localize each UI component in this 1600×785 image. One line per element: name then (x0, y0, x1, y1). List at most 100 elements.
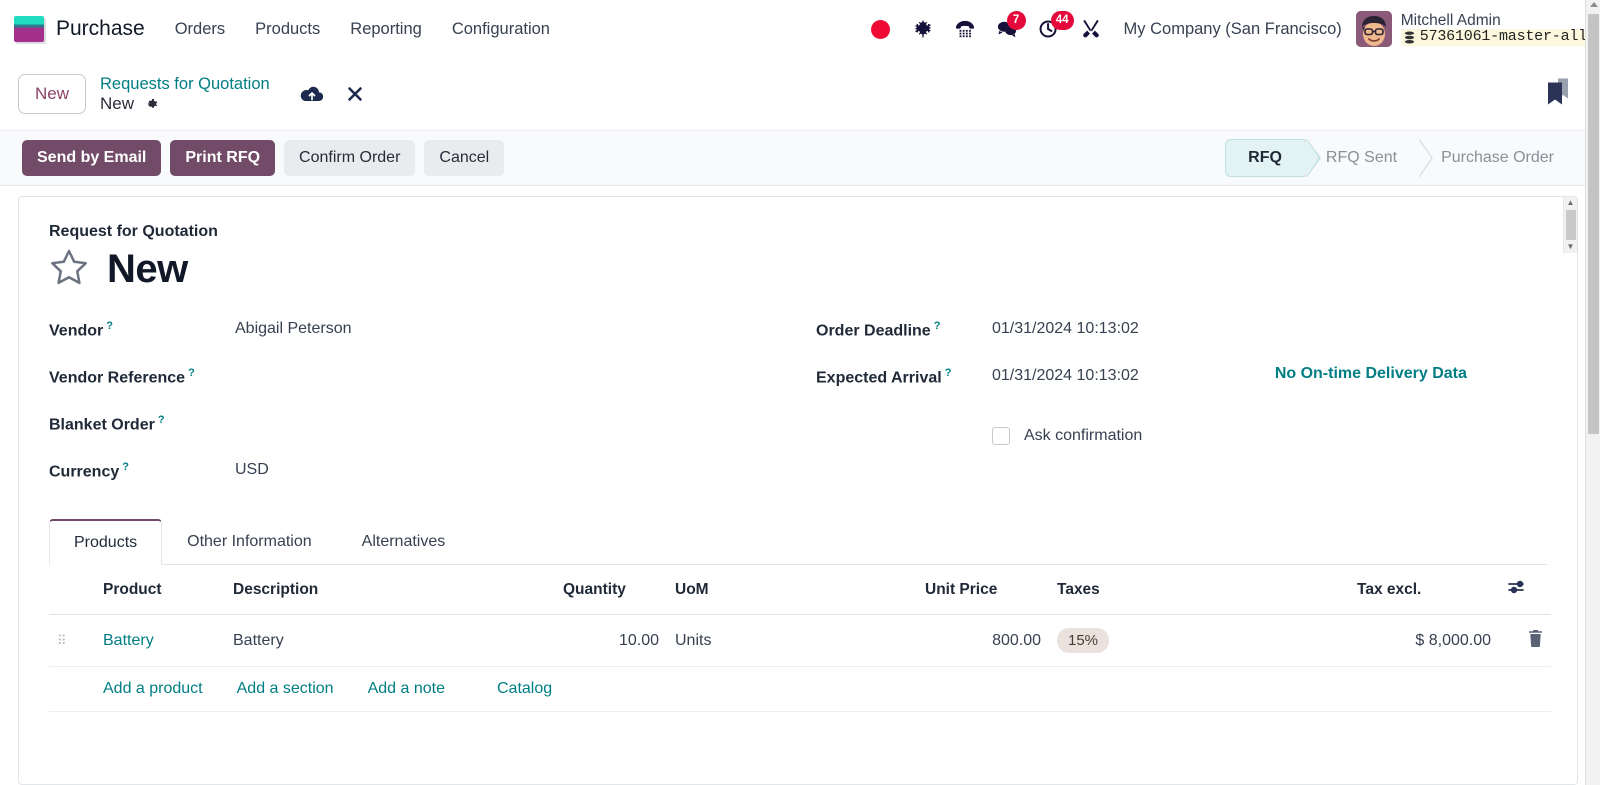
record-sheet: Request for Quotation New Vendor? Abigai… (18, 196, 1578, 785)
th-product[interactable]: Product (95, 565, 225, 615)
menu-item-products[interactable]: Products (255, 20, 320, 39)
field-value-order-deadline[interactable]: 01/31/2024 10:13:02 (992, 318, 1139, 338)
print-rfq-button[interactable]: Print RFQ (170, 140, 276, 176)
table-row[interactable]: ⠿ Battery Battery 10.00 Units 800.00 15%… (49, 614, 1551, 667)
notebook-tabs: Products Other Information Alternatives … (49, 197, 1577, 565)
drag-handle-icon[interactable]: ⠿ (57, 633, 66, 648)
help-icon[interactable]: ? (934, 320, 941, 332)
order-lines-table: Product Description Quantity UoM Unit Pr… (49, 565, 1551, 712)
discard-x-icon[interactable] (346, 85, 364, 103)
add-a-note-link[interactable]: Add a note (368, 680, 445, 698)
field-value-expected-arrival[interactable]: 01/31/2024 10:13:02 (992, 365, 1139, 385)
field-label-vendor-reference: Vendor Reference? (49, 367, 195, 387)
field-vendor-reference: Vendor Reference? (49, 365, 798, 412)
field-vendor: Vendor? Abigail Peterson (49, 318, 798, 365)
company-selector[interactable]: My Company (San Francisco) (1124, 20, 1342, 39)
cloud-save-icon[interactable] (300, 84, 324, 104)
help-icon[interactable]: ? (945, 367, 952, 379)
field-label-blanket-order: Blanket Order? (49, 414, 165, 434)
app-name[interactable]: Purchase (56, 17, 145, 41)
scroll-up-arrow-icon[interactable]: ▲ (1567, 197, 1575, 209)
th-description[interactable]: Description (225, 565, 555, 615)
field-value-vendor[interactable]: Abigail Peterson (235, 318, 352, 338)
page-scrollbar[interactable] (1585, 0, 1600, 785)
phone-icon[interactable] (944, 9, 986, 49)
scroll-down-arrow-icon[interactable]: ▼ (1567, 241, 1575, 253)
cell-quantity[interactable]: 10.00 (555, 614, 667, 667)
th-quantity[interactable]: Quantity (555, 565, 667, 615)
catalog-link[interactable]: Catalog (497, 680, 552, 698)
breadcrumb-current: New (100, 93, 135, 113)
page-scrollbar-thumb[interactable] (1588, 14, 1599, 434)
th-taxes[interactable]: Taxes (1049, 565, 1349, 615)
activities-clock-icon[interactable]: 44 (1028, 9, 1074, 49)
cell-unit-price[interactable]: 800.00 (917, 614, 1049, 667)
field-expected-arrival: Expected Arrival? 01/31/2024 10:13:02 No… (816, 365, 1547, 412)
field-blanket-order: Blanket Order? (49, 412, 798, 459)
gear-icon[interactable] (143, 96, 159, 112)
ask-confirmation-label: Ask confirmation (1024, 426, 1143, 444)
notebook-scrollbar[interactable]: ▲ ▼ (1563, 197, 1577, 253)
cell-uom[interactable]: Units (667, 614, 917, 667)
th-handle (49, 565, 95, 615)
cell-product[interactable]: Battery (95, 614, 225, 667)
tab-alternatives[interactable]: Alternatives (337, 519, 471, 565)
breadcrumb-actions (300, 84, 364, 104)
status-bar: RFQ RFQ Sent Purchase Order (1225, 139, 1578, 177)
add-row-spacer (49, 666, 95, 712)
product-link[interactable]: Battery (103, 632, 154, 649)
cancel-button[interactable]: Cancel (424, 140, 505, 176)
status-step-rfq-sent[interactable]: RFQ Sent (1303, 139, 1421, 177)
field-currency: Currency? USD (49, 459, 798, 506)
tools-icon[interactable] (1070, 9, 1112, 49)
status-step-purchase-order[interactable]: Purchase Order (1419, 139, 1578, 177)
table-header-row: Product Description Quantity UoM Unit Pr… (49, 565, 1551, 615)
th-options (1499, 565, 1551, 615)
bookmark-icon[interactable] (1544, 77, 1572, 112)
help-icon[interactable]: ? (188, 367, 195, 379)
field-label-order-deadline: Order Deadline? (816, 320, 941, 340)
add-a-product-link[interactable]: Add a product (103, 680, 203, 698)
control-panel: Send by Email Print RFQ Confirm Order Ca… (0, 130, 1600, 186)
record-dot-icon[interactable] (860, 9, 902, 49)
column-options-icon[interactable] (1507, 580, 1527, 599)
favorite-star-icon[interactable] (49, 248, 89, 291)
odoo-app-logo-icon[interactable] (14, 16, 44, 42)
menu-item-reporting[interactable]: Reporting (350, 20, 422, 39)
page-scroll-up-arrow-icon[interactable] (1590, 2, 1598, 7)
help-icon[interactable]: ? (158, 414, 165, 426)
on-time-delivery-note[interactable]: No On-time Delivery Data (1275, 365, 1467, 383)
menu-item-configuration[interactable]: Configuration (452, 20, 550, 39)
add-line-row: Add a product Add a section Add a note C… (49, 666, 1551, 712)
user-menu[interactable]: Mitchell Admin 57361061-master-all (1355, 11, 1590, 47)
row-drag-handle[interactable]: ⠿ (49, 614, 95, 667)
database-icon (1404, 31, 1414, 44)
th-uom[interactable]: UoM (667, 565, 917, 615)
trash-icon[interactable] (1528, 629, 1543, 651)
send-by-email-button[interactable]: Send by Email (22, 140, 162, 176)
tab-other-information[interactable]: Other Information (162, 519, 337, 565)
confirm-order-button[interactable]: Confirm Order (284, 140, 416, 176)
scrollbar-thumb[interactable] (1565, 210, 1576, 240)
th-unit-price[interactable]: Unit Price (917, 565, 1049, 615)
tab-products[interactable]: Products (49, 519, 163, 565)
breadcrumb: New Requests for Quotation New (0, 58, 1600, 130)
field-value-currency[interactable]: USD (235, 459, 269, 479)
form-right-column: Order Deadline? 01/31/2024 10:13:02 Expe… (798, 318, 1547, 506)
th-tax-excl[interactable]: Tax excl. (1349, 565, 1499, 615)
avatar (1355, 11, 1392, 47)
tax-tag[interactable]: 15% (1057, 628, 1110, 653)
ask-confirmation-checkbox[interactable] (992, 426, 1010, 445)
messages-icon[interactable]: 7 (986, 9, 1028, 49)
cell-description[interactable]: Battery (225, 614, 555, 667)
cell-tax-excl: $ 8,000.00 (1349, 614, 1499, 667)
new-record-button[interactable]: New (18, 74, 87, 114)
cell-taxes[interactable]: 15% (1049, 614, 1349, 667)
help-icon[interactable]: ? (122, 461, 129, 473)
add-a-section-link[interactable]: Add a section (237, 680, 334, 698)
help-icon[interactable]: ? (106, 320, 113, 332)
menu-item-orders[interactable]: Orders (175, 20, 225, 39)
bug-icon[interactable] (902, 9, 944, 49)
breadcrumb-parent-link[interactable]: Requests for Quotation (100, 74, 270, 94)
status-step-rfq[interactable]: RFQ (1225, 139, 1321, 177)
